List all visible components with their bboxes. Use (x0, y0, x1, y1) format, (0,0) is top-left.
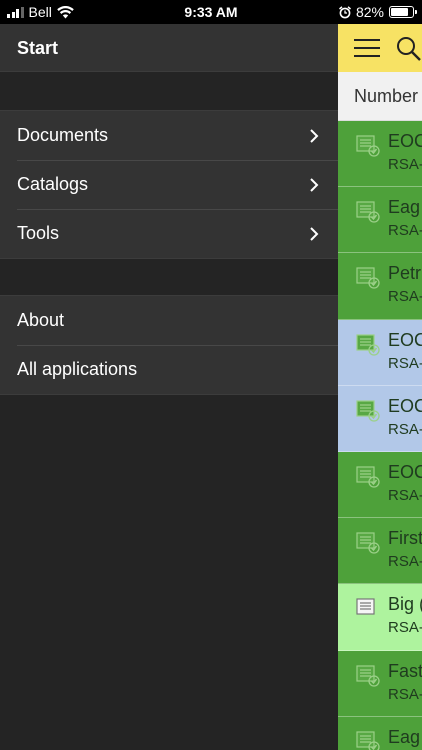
row-title: Eag (388, 726, 421, 747)
drawer-item-label: About (17, 310, 65, 330)
drawer-spacer (0, 259, 338, 295)
document-row[interactable]: EOC RSA- (338, 451, 422, 519)
drawer-item-label: Catalogs (17, 174, 89, 194)
navigation-drawer: Start Documents Catalogs Tools About All… (0, 24, 338, 750)
document-check-icon (356, 664, 380, 687)
document-check-icon (356, 731, 380, 750)
nav-group-main: Documents Catalogs Tools (0, 110, 338, 259)
alarm-icon (338, 5, 351, 18)
document-row[interactable]: Fast RSA- (338, 650, 422, 717)
row-subtitle: RSA- (388, 553, 422, 571)
row-title: First (388, 528, 422, 549)
row-subtitle: RSA- (388, 685, 422, 703)
row-title: Eag (388, 197, 421, 218)
chevron-right-icon (310, 226, 319, 241)
hamburger-menu-icon[interactable] (354, 39, 380, 57)
row-title: EOC (388, 329, 422, 350)
battery-percent: 82% (355, 4, 384, 20)
document-row[interactable]: Petr RSA- (338, 253, 422, 320)
document-row[interactable]: EOC RSA- (338, 385, 422, 452)
row-subtitle: RSA- (388, 354, 422, 372)
document-check-icon (356, 466, 380, 488)
document-list-view: Number EOC RSA- Eag RSA- Petr RSA- EOC RSA- EOC R… (338, 24, 422, 750)
column-header[interactable]: Number (338, 72, 422, 121)
chevron-right-icon (310, 177, 319, 192)
battery-icon (389, 6, 417, 18)
document-row[interactable]: EOC RSA- (338, 319, 422, 386)
chevron-right-icon (310, 128, 319, 143)
row-title: Big ( (388, 594, 422, 615)
document-check-icon (356, 201, 380, 223)
status-bar: Bell 9:33 AM 82% (0, 0, 422, 24)
row-title: Fast (388, 660, 422, 681)
row-subtitle: RSA- (388, 420, 422, 438)
row-subtitle: RSA- (388, 288, 422, 306)
drawer-spacer (0, 72, 338, 110)
document-rows: EOC RSA- Eag RSA- Petr RSA- EOC RSA- EOC RSA- EOC R… (338, 121, 422, 750)
drawer-item-label: Documents (17, 125, 109, 145)
status-right: 82% (338, 4, 417, 20)
nav-group-secondary: About All applications (0, 295, 338, 395)
document-row[interactable]: Eag (338, 716, 422, 750)
drawer-item-about[interactable]: About (0, 296, 338, 345)
drawer-item-catalogs[interactable]: Catalogs (0, 160, 338, 209)
row-subtitle: RSA- (388, 619, 422, 637)
drawer-title[interactable]: Start (0, 24, 338, 72)
document-check-icon (356, 400, 380, 422)
document-row[interactable]: Big ( RSA- (338, 584, 422, 651)
row-subtitle: RSA- (388, 486, 422, 504)
search-icon[interactable] (396, 36, 422, 62)
drawer-item-tools[interactable]: Tools (0, 209, 338, 258)
document-check-icon (356, 532, 380, 554)
battery-fill (391, 8, 409, 16)
row-subtitle: RSA- (388, 222, 422, 240)
document-check-icon (356, 267, 380, 290)
row-subtitle: RSA- (388, 156, 422, 173)
document-row[interactable]: Eag RSA- (338, 187, 422, 254)
row-title: EOC (388, 131, 422, 151)
document-row[interactable]: First RSA- (338, 518, 422, 585)
drawer-item-label: Tools (17, 223, 60, 243)
document-row[interactable]: EOC RSA- (338, 121, 422, 188)
drawer-item-all-applications[interactable]: All applications (0, 345, 338, 394)
drawer-item-documents[interactable]: Documents (0, 111, 338, 160)
row-title: Petr (388, 263, 422, 284)
document-check-icon (356, 333, 380, 356)
row-title: EOC (388, 395, 422, 416)
drawer-item-label: All applications (17, 359, 138, 379)
toolbar (338, 24, 422, 72)
document-check-icon (356, 135, 380, 157)
document-icon (356, 598, 375, 615)
row-title: EOC (388, 461, 422, 482)
